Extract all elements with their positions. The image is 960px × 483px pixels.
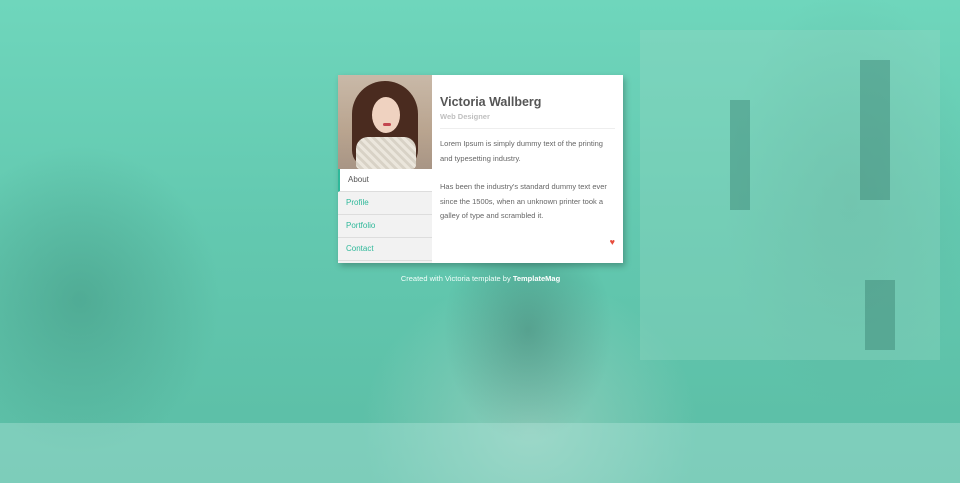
footer-credit-text: Created with Victoria template by bbox=[400, 274, 513, 283]
templatemag-link[interactable]: TemplateMag bbox=[513, 274, 560, 283]
background-window bbox=[865, 280, 895, 350]
divider bbox=[440, 128, 615, 129]
profile-name: Victoria Wallberg bbox=[440, 95, 542, 109]
footer-credit: Created with Victoria template by Templa… bbox=[338, 274, 623, 283]
background-window bbox=[860, 60, 890, 200]
profile-content: Victoria Wallberg Web Designer Lorem Ips… bbox=[440, 95, 615, 238]
photo-lips bbox=[383, 123, 391, 126]
nav-item-profile[interactable]: Profile bbox=[338, 192, 432, 215]
profile-bio: Lorem Ipsum is simply dummy text of the … bbox=[440, 137, 615, 224]
nav-item-portfolio[interactable]: Portfolio bbox=[338, 215, 432, 238]
profile-card: About Profile Portfolio Contact Victoria… bbox=[338, 75, 623, 263]
heart-icon[interactable]: ♥ bbox=[610, 237, 615, 247]
profile-nav: About Profile Portfolio Contact bbox=[338, 169, 432, 261]
background-street bbox=[0, 423, 960, 483]
photo-scarf bbox=[356, 137, 416, 169]
bio-paragraph-1: Lorem Ipsum is simply dummy text of the … bbox=[440, 139, 603, 163]
nav-item-about[interactable]: About bbox=[338, 169, 432, 192]
background-window bbox=[730, 100, 750, 210]
nav-item-contact[interactable]: Contact bbox=[338, 238, 432, 261]
bio-paragraph-2: Has been the industry's standard dummy t… bbox=[440, 182, 607, 220]
profile-role: Web Designer bbox=[440, 112, 490, 121]
profile-sidebar: About Profile Portfolio Contact bbox=[338, 75, 432, 263]
background-building bbox=[640, 30, 940, 360]
profile-photo bbox=[338, 75, 432, 169]
photo-face bbox=[372, 97, 400, 133]
